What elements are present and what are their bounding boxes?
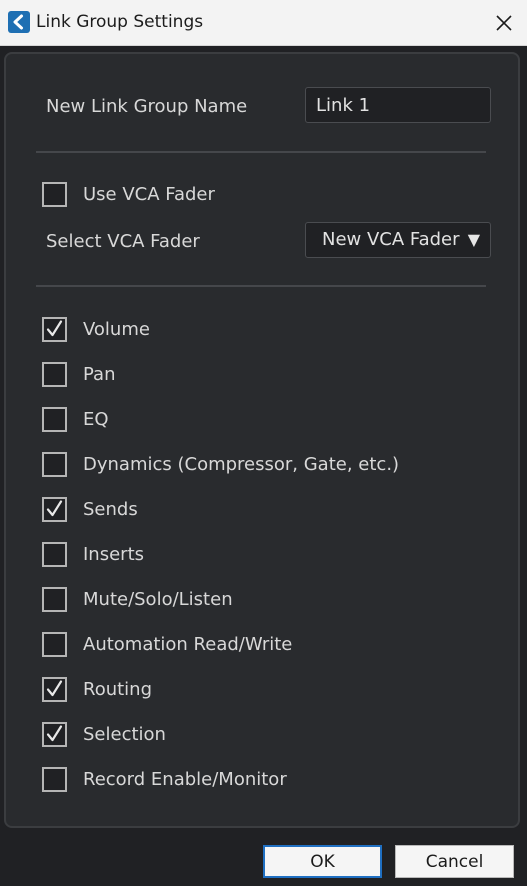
option-checkbox[interactable] (42, 632, 67, 657)
option-label: Sends (83, 499, 138, 520)
option-label: Record Enable/Monitor (83, 769, 287, 790)
option-label: Inserts (83, 544, 145, 565)
option-label: Routing (83, 679, 153, 700)
group-name-field[interactable] (305, 87, 491, 123)
dropdown-arrow-icon: ▼ (467, 230, 480, 249)
option-checkbox[interactable] (42, 542, 67, 567)
vca-fader-select[interactable]: New VCA Fader ▼ (305, 222, 491, 258)
group-name-input[interactable] (316, 88, 480, 122)
option-label: Dynamics (Compressor, Gate, etc.) (83, 454, 400, 475)
divider (36, 151, 486, 153)
close-icon (496, 14, 512, 31)
option-label: Volume (83, 319, 150, 340)
checkmark-icon (46, 725, 63, 742)
use-vca-checkbox[interactable] (42, 182, 67, 207)
settings-panel: New Link Group Name Use VCA Fader Select… (4, 52, 520, 828)
option-checkbox[interactable] (42, 362, 67, 387)
window-title: Link Group Settings (36, 12, 204, 32)
option-label: Pan (83, 364, 116, 385)
app-logo-icon (8, 11, 30, 33)
option-label: Automation Read/Write (83, 634, 293, 655)
option-checkbox[interactable] (42, 677, 67, 702)
checkmark-icon (46, 320, 63, 337)
option-checkbox[interactable] (42, 317, 67, 342)
option-checkbox[interactable] (42, 722, 67, 747)
divider (36, 285, 486, 287)
use-vca-label: Use VCA Fader (83, 184, 215, 205)
option-checkbox[interactable] (42, 587, 67, 612)
checkmark-icon (46, 500, 63, 517)
option-checkbox[interactable] (42, 452, 67, 477)
cancel-button[interactable]: Cancel (395, 845, 514, 878)
option-label: EQ (83, 409, 109, 430)
checkmark-icon (46, 680, 63, 697)
option-checkbox[interactable] (42, 407, 67, 432)
select-vca-label: Select VCA Fader (46, 231, 200, 252)
option-label: Selection (83, 724, 166, 745)
option-checkbox[interactable] (42, 497, 67, 522)
title-bar: Link Group Settings (0, 0, 527, 46)
close-button[interactable] (481, 0, 527, 45)
ok-button[interactable]: OK (263, 845, 382, 878)
option-checkbox[interactable] (42, 767, 67, 792)
vca-fader-selected-value: New VCA Fader (322, 229, 460, 250)
group-name-label: New Link Group Name (46, 96, 248, 117)
option-label: Mute/Solo/Listen (83, 589, 233, 610)
